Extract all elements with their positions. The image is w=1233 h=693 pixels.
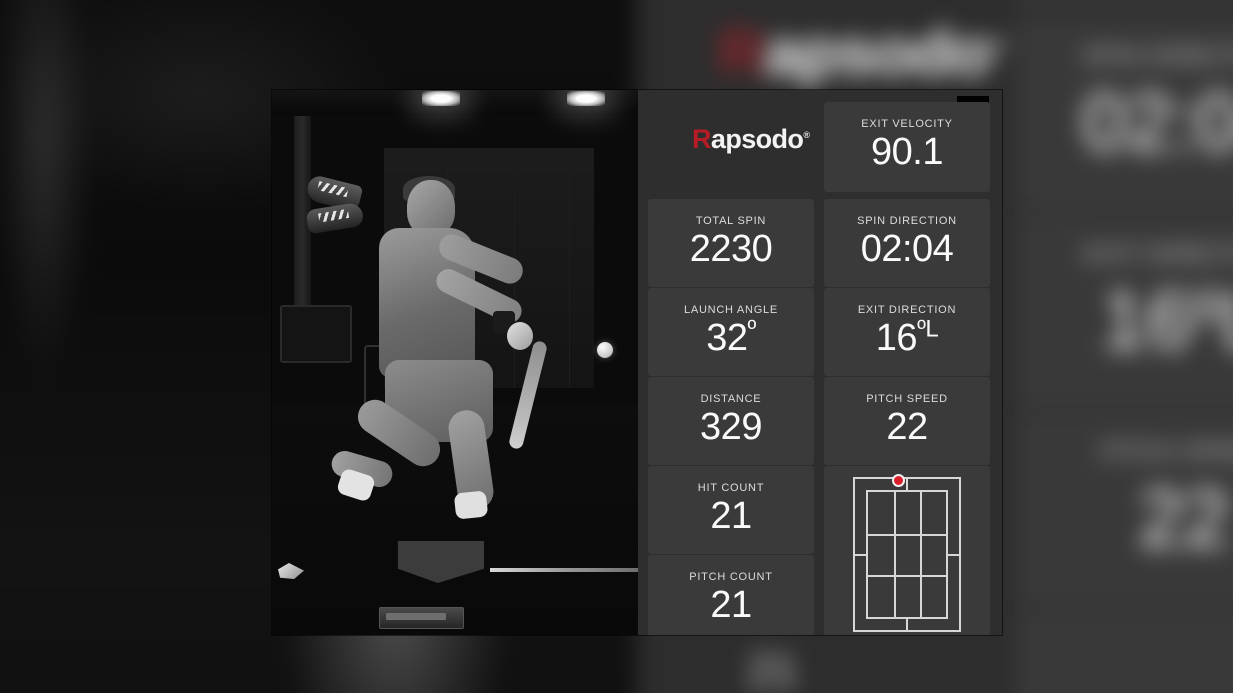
spray-chart-wrap	[824, 466, 990, 635]
total-spin-label: TOTAL SPIN	[695, 215, 767, 227]
card-spin-direction[interactable]: SPIN DIRECTION 02:04	[824, 199, 990, 287]
exit-velocity-label: EXIT VELOCITY	[861, 118, 953, 130]
card-distance[interactable]: DISTANCE 329	[648, 377, 814, 465]
launch-angle-label: LAUNCH ANGLE	[684, 304, 778, 316]
background-brand-logo: Rapsodo®	[717, 14, 1005, 89]
card-pitch-speed[interactable]: PITCH SPEED 22	[824, 377, 990, 465]
background-pitch-speed-label: PITCH SPEED	[1101, 438, 1233, 465]
alignment-tape	[490, 568, 638, 572]
field-location-diagram[interactable]	[853, 474, 961, 632]
background-card-pitch-speed: PITCH SPEED 22	[1015, 412, 1233, 607]
brand-initial: R	[692, 124, 712, 154]
launch-angle-number: 32	[706, 317, 748, 359]
metrics-panel: Rapsodo® EXIT VELOCITY 90.1 TOTAL SPIN 2…	[638, 90, 1002, 635]
exit-direction-number: 16	[875, 317, 918, 359]
shoe-front	[305, 201, 365, 235]
pitch-count-label: PITCH COUNT	[689, 571, 773, 583]
court-side-line-right	[948, 553, 959, 556]
court-side-line-left	[855, 553, 866, 556]
background-card-spin-direction: SPIN DIRECTION 02:04	[1015, 16, 1233, 211]
background-card-spray-chart	[1015, 610, 1233, 693]
background-exit-direction-label: EXIT DIRECTION	[1084, 240, 1233, 267]
hit-location-marker	[892, 474, 906, 487]
registered-trademark-icon: ®	[803, 130, 810, 140]
distance-label: DISTANCE	[700, 393, 762, 405]
rapsodo-device	[379, 607, 464, 629]
background-spin-direction-label: SPIN DIRECTION	[1083, 43, 1233, 69]
pitch-speed-value: 22	[886, 406, 928, 448]
baseball-icon	[597, 342, 613, 358]
ceiling-light-icon	[422, 91, 460, 106]
spin-direction-value: 02:04	[860, 228, 954, 270]
court-center-line-top	[906, 479, 908, 490]
background-card-exit-direction: EXIT DIRECTION 16ºL	[1015, 214, 1233, 409]
rapsodo-app-window: Rapsodo® EXIT VELOCITY 90.1 TOTAL SPIN 2…	[272, 90, 1002, 635]
card-exit-velocity[interactable]: EXIT VELOCITY 90.1	[824, 102, 990, 192]
card-spray-chart[interactable]	[824, 466, 990, 635]
exit-velocity-value: 90.1	[871, 131, 943, 173]
background-registered-icon: ®	[990, 34, 1005, 57]
distance-value: 329	[700, 406, 762, 448]
background-brand-rest: apsodo	[764, 15, 991, 89]
pitch-speed-label: PITCH SPEED	[866, 393, 948, 405]
hit-count-value: 21	[710, 495, 752, 537]
brand-rest: apsodo	[710, 124, 804, 154]
exit-direction-label: EXIT DIRECTION	[857, 304, 957, 316]
spin-direction-label: SPIN DIRECTION	[857, 215, 957, 227]
brand-logo: Rapsodo®	[692, 124, 810, 154]
background-pitch-speed-value: 22	[1138, 472, 1230, 564]
launch-angle-value: 32º	[648, 315, 814, 360]
total-spin-value: 2230	[689, 228, 773, 270]
background-card-exit-velocity: 90.1	[1015, 0, 1233, 4]
exit-direction-suffix: ºL	[917, 315, 939, 343]
card-total-spin[interactable]: TOTAL SPIN 2230	[648, 199, 814, 287]
ceiling-light-icon	[567, 91, 605, 106]
exit-direction-value: 16ºL	[824, 315, 990, 360]
pitch-count-value: 21	[710, 584, 752, 626]
court-inner-zone-grid	[866, 490, 948, 619]
baseball-bat	[507, 339, 549, 451]
card-hit-count[interactable]: HIT COUNT 21	[648, 466, 814, 554]
launch-angle-suffix: º	[747, 315, 757, 343]
screen-root: Rapsodo® 90.1 SPIN DIRECTION 02:04 EXIT …	[0, 0, 1233, 693]
card-pitch-count[interactable]: PITCH COUNT 21	[648, 555, 814, 635]
card-launch-angle[interactable]: LAUNCH ANGLE 32º	[648, 288, 814, 376]
camera-feed[interactable]	[272, 90, 638, 635]
background-exit-direction-value: 16ºL	[1101, 274, 1233, 366]
background-pitch-count-value: 21	[747, 645, 798, 693]
background-brand-initial: R	[717, 15, 765, 89]
background-spin-direction-value: 02:04	[1082, 76, 1233, 168]
court-center-line-bottom	[906, 619, 908, 630]
card-exit-direction[interactable]: EXIT DIRECTION 16ºL	[824, 288, 990, 376]
hit-count-label: HIT COUNT	[697, 482, 765, 494]
